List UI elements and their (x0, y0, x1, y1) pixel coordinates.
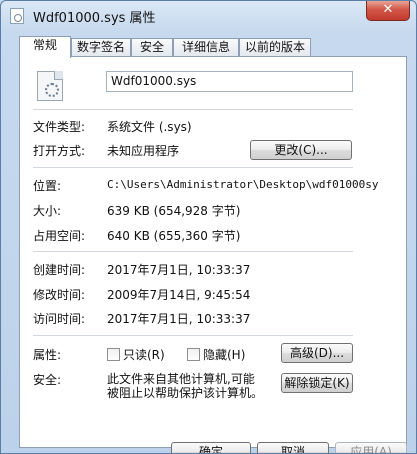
security-label: 安全: (33, 373, 62, 387)
cancel-button[interactable]: 取消 (257, 442, 329, 453)
accessed-label: 访问时间: (33, 312, 86, 326)
divider (33, 335, 353, 336)
readonly-label: 只读(R) (123, 348, 165, 362)
ok-button[interactable]: 确定 (171, 442, 251, 453)
file-type-value: 系统文件 (.sys) (107, 120, 192, 134)
open-with-value: 未知应用程序 (107, 144, 180, 158)
divider (33, 109, 353, 110)
location-value: C:\Users\Administrator\Desktop\wdf01000s… (107, 178, 379, 191)
advanced-button[interactable]: 高级(D)... (281, 343, 353, 363)
modified-label: 修改时间: (33, 288, 86, 302)
size-on-disk-value: 640 KB (655,360 字节) (107, 229, 241, 243)
close-button[interactable]: ✕ (366, 1, 410, 21)
size-value: 639 KB (654,928 字节) (107, 204, 241, 218)
created-value: 2017年7月1日, 10:33:37 (107, 263, 251, 277)
window-title: Wdf01000.sys 属性 (33, 11, 156, 26)
system-file-icon (10, 8, 24, 24)
file-type-label: 文件类型: (33, 120, 86, 134)
change-button[interactable]: 更改(C)... (250, 140, 352, 160)
security-text-line2: 被阻止以帮助保护该计算机。 (107, 386, 264, 400)
location-label: 位置: (33, 179, 62, 193)
hidden-checkbox[interactable]: 隐藏(H) (187, 346, 245, 362)
title-bar[interactable]: Wdf01000.sys 属性 ✕ (1, 1, 416, 31)
tab-details[interactable]: 详细信息 (173, 38, 239, 57)
tab-digital-signatures[interactable]: 数字签名 (71, 38, 131, 57)
created-label: 创建时间: (33, 263, 86, 277)
close-icon: ✕ (382, 2, 394, 17)
tab-previous-versions[interactable]: 以前的版本 (239, 38, 311, 57)
open-with-label: 打开方式: (33, 144, 86, 158)
file-name-input[interactable]: Wdf01000.sys (106, 71, 353, 92)
tab-general[interactable]: 常规 (19, 36, 71, 58)
unblock-button[interactable]: 解除锁定(K) (281, 373, 353, 393)
file-type-icon (37, 71, 63, 101)
divider (33, 251, 353, 252)
modified-value: 2009年7月14日, 9:45:54 (107, 288, 251, 302)
properties-dialog: Wdf01000.sys 属性 ✕ 常规 数字签名 安全 详细信息 以前的版本 … (0, 0, 417, 454)
readonly-checkbox[interactable]: 只读(R) (107, 346, 165, 362)
hidden-checkbox-box[interactable] (187, 348, 200, 361)
accessed-value: 2017年7月1日, 10:33:37 (107, 312, 251, 326)
apply-button[interactable]: 应用(A) (335, 442, 407, 453)
size-on-disk-label: 占用空间: (33, 229, 86, 243)
tab-security[interactable]: 安全 (131, 38, 173, 57)
attributes-label: 属性: (33, 348, 62, 362)
size-label: 大小: (33, 204, 62, 218)
readonly-checkbox-box[interactable] (107, 348, 120, 361)
divider (33, 167, 353, 168)
hidden-label: 隐藏(H) (203, 348, 246, 362)
